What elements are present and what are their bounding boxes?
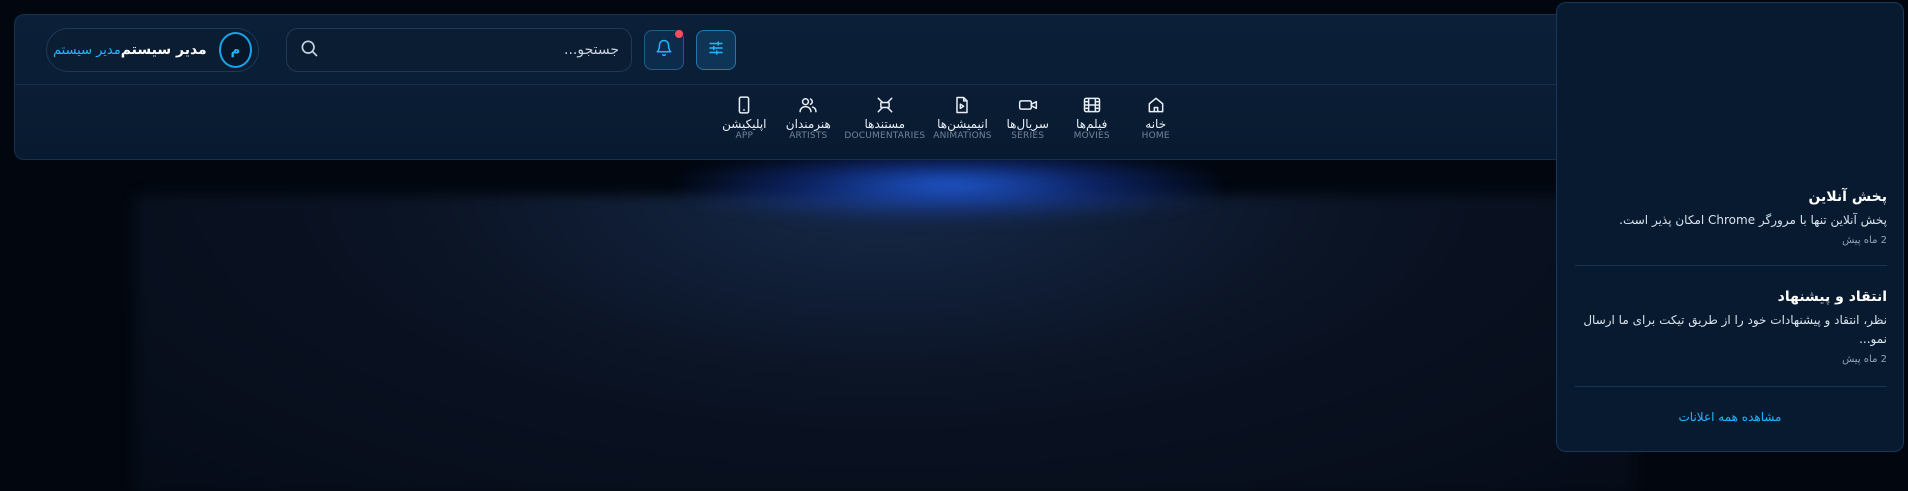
filter-button[interactable] [696,30,736,70]
notifications-button[interactable] [644,29,684,70]
blurred-hero-background [135,195,1635,491]
notification-item[interactable]: پخش آنلاین پخش آنلاین تنها با مرورگر Chr… [1575,189,1887,246]
nav-item-movies[interactable]: فیلم‌ها MOVIES [1064,95,1120,157]
search-box[interactable] [286,28,632,72]
nav-item-artists[interactable]: هنرمندان ARTISTS [780,95,836,157]
nav-item-home[interactable]: خانه HOME [1128,95,1184,157]
divider [1575,265,1887,266]
notification-item[interactable]: انتقاد و پیشنهاد نظر، انتقاد و پیشنهادات… [1575,289,1887,365]
users-icon [799,98,817,113]
film-icon [1083,97,1100,113]
home-icon [1148,97,1164,113]
sliders-icon [707,39,725,61]
search-icon[interactable] [299,38,319,62]
bell-icon [655,39,673,61]
notification-time: 2 ماه پیش [1842,235,1887,246]
notification-body: پخش آنلاین تنها با مرورگر Chrome امکان پ… [1619,213,1887,227]
search-input[interactable] [319,42,619,58]
nav-item-documentaries[interactable]: مستندها DOCUMENTARIES [844,95,925,157]
user-avatar: م [218,32,252,68]
notification-body: نظر، انتقاد و پیشنهادات خود را از طریق ت… [1583,313,1887,346]
user-name: مدیر سیستم [120,42,207,58]
divider [1575,386,1887,387]
smartphone-icon [738,96,750,114]
nav-item-app[interactable]: اپلیکیشن APP [716,95,772,157]
documentary-icon [877,97,893,113]
nav-item-animations[interactable]: انیمیشن‌ها ANIMATIONS [933,95,992,157]
video-camera-icon [1018,100,1037,110]
user-role: مدیر سیستم [53,42,121,58]
play-file-icon [956,96,969,114]
user-menu-button[interactable]: م مدیر سیستم مدیر سیستم [46,28,259,72]
notification-title: انتقاد و پیشنهاد [1777,289,1887,305]
notification-time: 2 ماه پیش [1842,354,1887,365]
notification-title: پخش آنلاین [1808,189,1887,205]
nav-item-series[interactable]: سریال‌ها SERIES [1000,95,1056,157]
hero-glow [680,150,1220,220]
see-all-notifications-link[interactable]: مشاهده همه اعلانات [1557,410,1903,424]
notification-badge [674,29,684,39]
notifications-dropdown: پخش آنلاین پخش آنلاین تنها با مرورگر Chr… [1556,2,1904,452]
